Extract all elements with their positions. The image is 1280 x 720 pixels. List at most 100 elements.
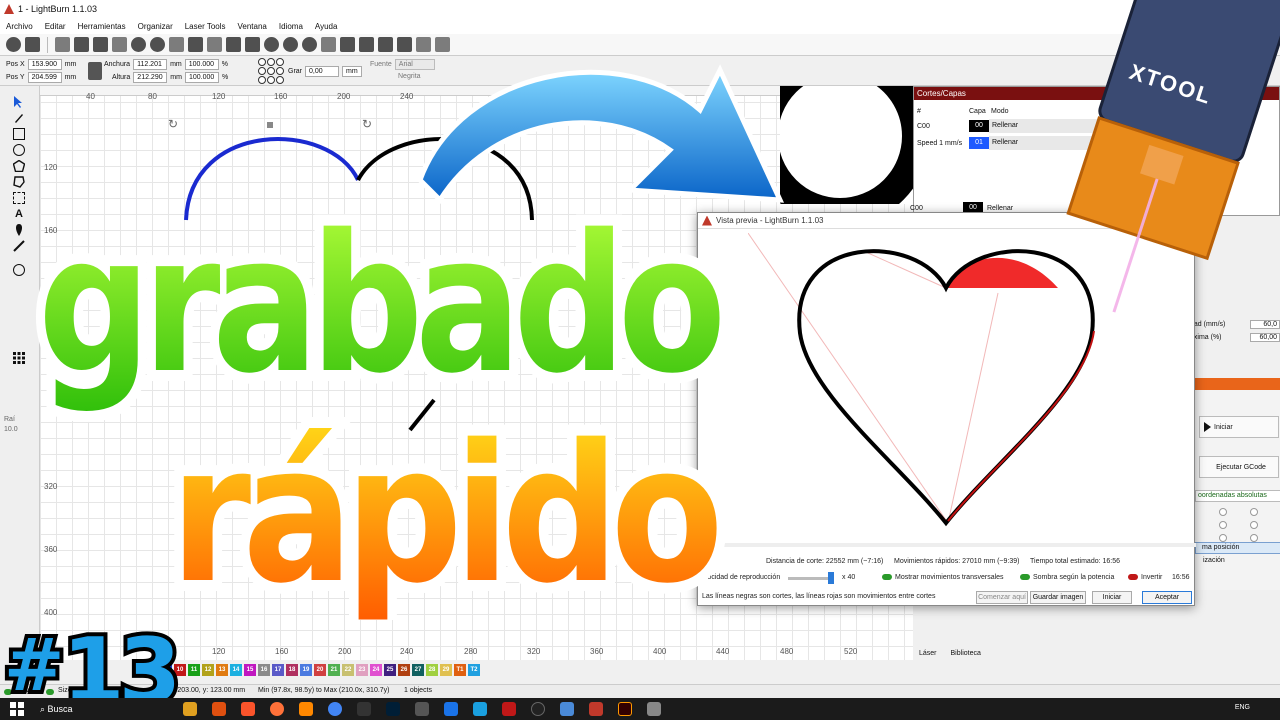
start-button[interactable]: Iniciar <box>1199 416 1279 438</box>
chrome-icon[interactable] <box>327 702 342 716</box>
scale-x-field[interactable]: 100.000 <box>184 59 219 70</box>
ruler-tool-icon[interactable] <box>13 240 25 252</box>
tab-laser[interactable]: Láser <box>919 650 937 657</box>
palette-swatch-21[interactable]: 21 <box>328 664 340 676</box>
palette-swatch-14[interactable]: 14 <box>230 664 242 676</box>
zoom-in-icon[interactable] <box>264 37 279 52</box>
copy-icon[interactable] <box>169 37 184 52</box>
menu-ayuda[interactable]: Ayuda <box>315 22 338 31</box>
menu-herramientas[interactable]: Herramientas <box>78 22 126 31</box>
ellipse-tool-icon[interactable] <box>13 144 25 156</box>
camera-icon[interactable] <box>321 37 336 52</box>
palette-swatch-18[interactable]: 18 <box>286 664 298 676</box>
open-folder-icon[interactable] <box>74 37 89 52</box>
new-file-icon[interactable] <box>55 37 70 52</box>
import-icon[interactable] <box>131 37 146 52</box>
palette-swatch-26[interactable]: 26 <box>398 664 410 676</box>
pos-x-field[interactable]: 153.900 <box>27 59 62 70</box>
save-icon[interactable] <box>93 37 108 52</box>
app-icon[interactable] <box>646 702 661 716</box>
anchor-point[interactable] <box>267 76 275 84</box>
pencil-icon[interactable] <box>13 112 25 124</box>
palette-swatch-20[interactable]: 20 <box>314 664 326 676</box>
palette-swatch-28[interactable]: 28 <box>426 664 438 676</box>
anchor-point[interactable] <box>267 58 275 66</box>
rotate-handle-icon[interactable]: ↻ <box>362 117 372 131</box>
language-indicator[interactable]: ENG <box>1235 704 1250 711</box>
rotate-unit[interactable]: mm <box>342 66 362 77</box>
preview-start-button[interactable]: Iniciar <box>1092 591 1132 604</box>
pos-y-field[interactable]: 204.599 <box>27 72 62 83</box>
zoom-out-icon[interactable] <box>283 37 298 52</box>
palette-swatch-T1[interactable]: T1 <box>454 664 466 676</box>
anchor-grid[interactable] <box>258 58 284 84</box>
photoshop-icon[interactable] <box>385 702 400 716</box>
accept-button[interactable]: Aceptar <box>1142 591 1192 604</box>
rotate-field[interactable]: 0,00 <box>305 66 339 77</box>
select-arrow-icon[interactable] <box>13 96 25 108</box>
anchor-point[interactable] <box>258 58 266 66</box>
save-as-icon[interactable] <box>112 37 127 52</box>
rectangle-tool-icon[interactable] <box>13 128 25 140</box>
obs-icon[interactable] <box>530 702 545 716</box>
tab-library[interactable]: Biblioteca <box>951 650 981 657</box>
scale-y-field[interactable]: 100.000 <box>184 72 219 83</box>
palette-swatch-16[interactable]: 16 <box>258 664 270 676</box>
palette-swatch-12[interactable]: 12 <box>202 664 214 676</box>
coordinate-mode-select[interactable]: oordenadas absolutas <box>1195 490 1280 502</box>
height-field[interactable]: 212.290 <box>133 72 168 83</box>
move-icon[interactable] <box>245 37 260 52</box>
settings-icon[interactable] <box>359 37 374 52</box>
speed-field[interactable]: 60,0 <box>1250 320 1280 329</box>
anchor-point[interactable] <box>276 58 284 66</box>
app-icon[interactable] <box>501 702 516 716</box>
origin-radio[interactable] <box>1219 521 1227 529</box>
origin-radio[interactable] <box>1250 508 1258 516</box>
palette-swatch-22[interactable]: 22 <box>342 664 354 676</box>
menu-idioma[interactable]: Idioma <box>279 22 303 31</box>
lock-ratio-icon[interactable] <box>88 62 102 80</box>
position-pin-icon[interactable] <box>13 224 25 236</box>
menu-organizar[interactable]: Organizar <box>138 22 173 31</box>
shape-tool-icon[interactable] <box>13 176 25 188</box>
illustrator-icon[interactable] <box>617 702 632 716</box>
menu-ventana[interactable]: Ventana <box>238 22 267 31</box>
anchor-point[interactable] <box>276 67 284 75</box>
palette-swatch-11[interactable]: 11 <box>188 664 200 676</box>
origin-radio[interactable] <box>1219 508 1227 516</box>
brave-icon[interactable] <box>240 702 255 716</box>
palette-swatch-29[interactable]: 29 <box>440 664 452 676</box>
palette-swatch-15[interactable]: 15 <box>244 664 256 676</box>
app-icon[interactable] <box>211 702 226 716</box>
palette-swatch-19[interactable]: 19 <box>300 664 312 676</box>
palette-swatch-24[interactable]: 24 <box>370 664 382 676</box>
scale-handle[interactable] <box>267 122 273 128</box>
grid-array-icon[interactable] <box>13 352 25 364</box>
optimization-option[interactable]: ización <box>1195 556 1280 568</box>
taskbar-search[interactable]: ⌕ Busca <box>40 704 73 715</box>
origin-radio[interactable] <box>1250 521 1258 529</box>
anchor-point[interactable] <box>276 76 284 84</box>
toggle-shadow[interactable]: Sombra según la potencia <box>1020 574 1114 581</box>
rotate-handle-icon[interactable]: ↻ <box>168 117 178 131</box>
anchor-point[interactable] <box>267 67 275 75</box>
save-image-button[interactable]: Guardar imagen <box>1030 591 1086 604</box>
monitor-icon[interactable] <box>340 37 355 52</box>
menu-laser-tools[interactable]: Laser Tools <box>185 22 226 31</box>
node-edit-icon[interactable] <box>13 264 25 276</box>
anchor-point[interactable] <box>258 67 266 75</box>
app-icon[interactable] <box>356 702 371 716</box>
run-gcode-button[interactable]: Ejecutar GCode <box>1199 456 1279 478</box>
lightburn-taskbar-icon[interactable] <box>588 702 603 716</box>
palette-swatch-25[interactable]: 25 <box>384 664 396 676</box>
app-icon[interactable] <box>559 702 574 716</box>
toggle-invert[interactable]: Invertir <box>1128 574 1162 581</box>
palette-swatch-13[interactable]: 13 <box>216 664 228 676</box>
text-tool-icon[interactable]: A <box>13 208 25 220</box>
menu-archivo[interactable]: Archivo <box>6 22 33 31</box>
start-here-button[interactable]: Comenzar aquí <box>976 591 1028 604</box>
firefox-icon[interactable] <box>269 702 284 716</box>
palette-swatch-23[interactable]: 23 <box>356 664 368 676</box>
anchor-point[interactable] <box>258 76 266 84</box>
last-position-option[interactable]: ma posición <box>1195 542 1280 554</box>
